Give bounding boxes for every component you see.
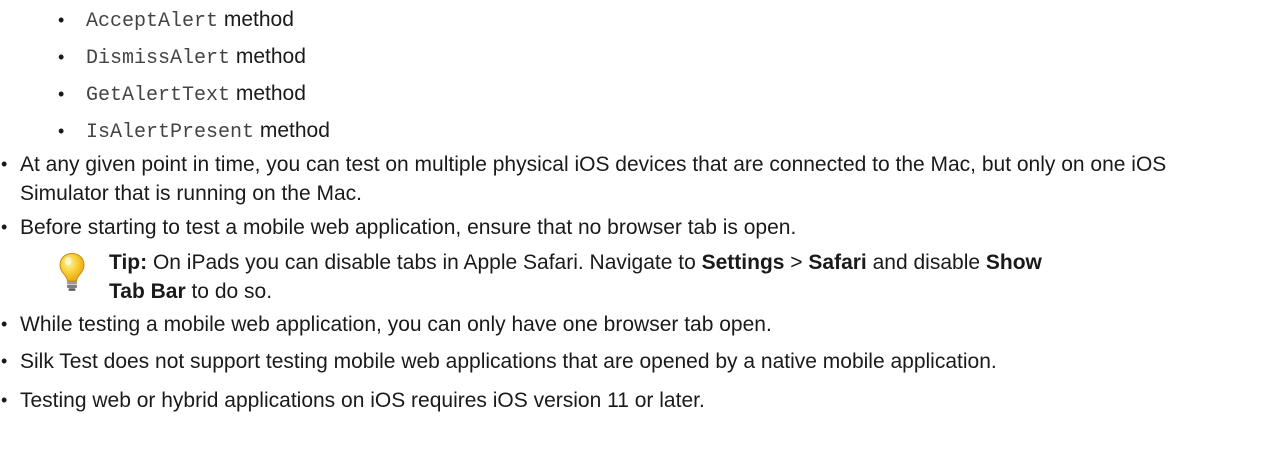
method-suffix: method: [230, 82, 306, 105]
bullet: •: [1, 390, 8, 410]
list-item-physical-devices: • At any given point in time, you can te…: [0, 150, 1260, 208]
settings-label: Settings: [701, 251, 785, 274]
bullet: •: [58, 84, 65, 104]
list-item-text: At any given point in time, you can test…: [20, 153, 1167, 205]
bullet: •: [1, 314, 8, 334]
list-item: • DismissAlert method: [58, 43, 330, 74]
bullet: •: [58, 47, 65, 67]
method-name: AcceptAlert: [86, 10, 219, 33]
bullet: •: [1, 154, 8, 174]
list-item-silk-test: • Silk Test does not support testing mob…: [0, 347, 1260, 376]
method-name: DismissAlert: [86, 47, 231, 70]
tip-text-part: to do so.: [185, 280, 273, 303]
method-name: IsAlertPresent: [86, 121, 255, 144]
method-suffix: method: [218, 8, 294, 31]
list-item-single-tab: • While testing a mobile web application…: [0, 310, 1260, 339]
list-item: • AcceptAlert method: [58, 6, 330, 37]
tip-text-part: and disable: [866, 251, 986, 274]
list-item-text: Before starting to test a mobile web app…: [20, 216, 797, 239]
list-item-text: While testing a mobile web application, …: [20, 313, 772, 336]
tip-text-part: On iPads you can disable tabs in Apple S…: [147, 251, 702, 274]
tip-label: Tip:: [109, 251, 148, 274]
bullet: •: [58, 121, 65, 141]
list-item: • GetAlertText method: [58, 80, 330, 111]
tip-container: Tip: On iPads you can disable tabs in Ap…: [0, 248, 1260, 310]
list-item-browser-tabs: • Before starting to test a mobile web a…: [0, 213, 1260, 242]
document-body: • AcceptAlert method • DismissAlert meth…: [0, 0, 1269, 474]
bullet: •: [1, 217, 8, 237]
tip-text: Tip: On iPads you can disable tabs in Ap…: [109, 248, 1049, 306]
lightbulb-icon: [59, 252, 85, 291]
bullet: •: [1, 351, 8, 371]
method-name: GetAlertText: [86, 84, 231, 107]
method-suffix: method: [230, 45, 306, 68]
list-item-ios-version: • Testing web or hybrid applications on …: [0, 386, 1260, 415]
alert-methods-list: • AcceptAlert method • DismissAlert meth…: [58, 6, 330, 154]
list-item-text: Silk Test does not support testing mobil…: [20, 350, 997, 373]
tip-note: Tip: On iPads you can disable tabs in Ap…: [58, 248, 1260, 310]
list-item: • IsAlertPresent method: [58, 117, 330, 148]
safari-label: Safari: [808, 251, 867, 274]
method-suffix: method: [254, 119, 330, 142]
bullet: •: [58, 10, 65, 30]
ios-limitations-list: • At any given point in time, you can te…: [0, 150, 1260, 415]
list-item-text: Testing web or hybrid applications on iO…: [20, 389, 705, 412]
path-separator: >: [784, 251, 809, 274]
